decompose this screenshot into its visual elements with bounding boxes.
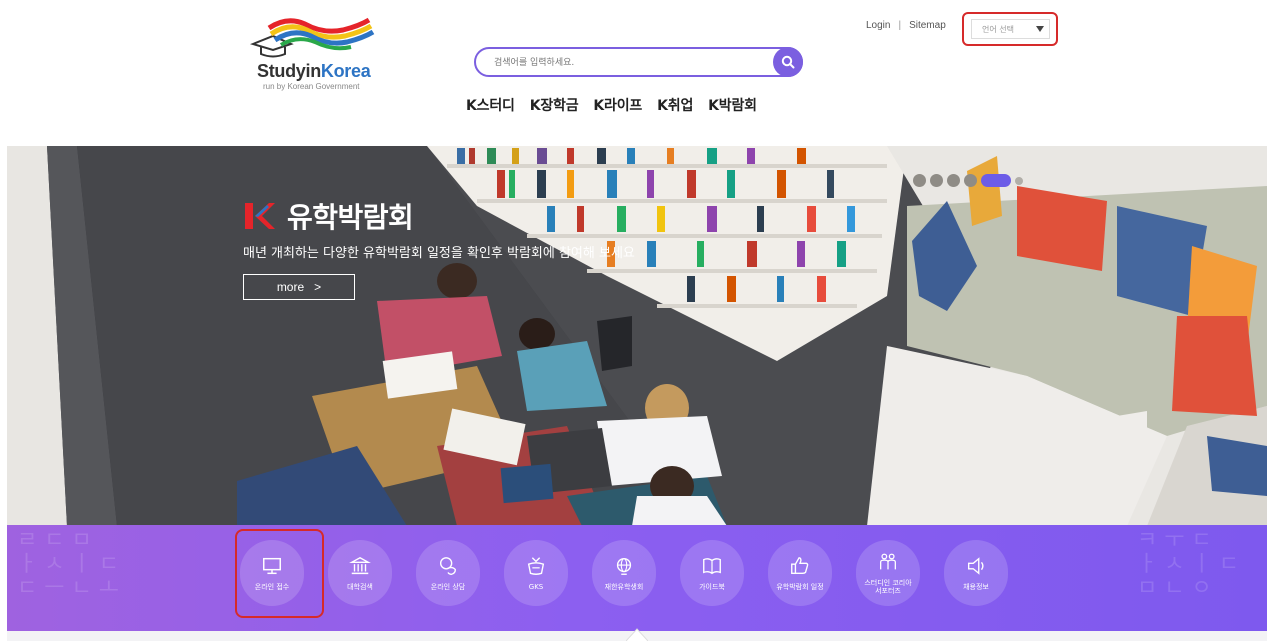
quick-online-counsel[interactable]: 온라인 상담 bbox=[416, 540, 480, 606]
chevron-right-icon: > bbox=[314, 280, 322, 294]
quick-label: 온라인 상담 bbox=[430, 582, 466, 591]
slide-dot-1[interactable] bbox=[913, 174, 926, 187]
thumbs-up-icon bbox=[791, 557, 809, 574]
logo-subtitle: run by Korean Government bbox=[263, 82, 360, 91]
slide-dot-3[interactable] bbox=[947, 174, 960, 187]
nav-k-life[interactable]: K라이프 bbox=[593, 95, 642, 115]
studyinkorea-logo[interactable]: StudyinKorea run by Korean Government bbox=[247, 14, 387, 94]
quick-fair-schedule[interactable]: 유학박람회 일정 bbox=[768, 540, 832, 606]
search-icon bbox=[781, 55, 795, 69]
more-button[interactable]: more > bbox=[243, 274, 355, 300]
nav-k-study[interactable]: K스터디 bbox=[466, 95, 515, 115]
quick-guidebook[interactable]: 가이드북 bbox=[680, 540, 744, 606]
search-button[interactable] bbox=[773, 47, 803, 77]
quick-label: 유학박람회 일정 bbox=[776, 582, 824, 591]
hero-title: 유학박람회 bbox=[243, 196, 414, 236]
slide-dot-6[interactable] bbox=[1015, 176, 1023, 185]
globe-icon bbox=[616, 557, 632, 575]
main-nav: K스터디 K장학금 K라이프 K취업 K박람회 bbox=[466, 95, 757, 115]
language-select-highlight: 언어 선택 bbox=[962, 12, 1058, 46]
k-logo-icon bbox=[245, 203, 275, 229]
hero-banner: 유학박람회 매년 개최하는 다양한 유학박람회 일정을 확인후 박람회에 참여해… bbox=[7, 146, 1267, 526]
nav-k-scholarship[interactable]: K장학금 bbox=[530, 95, 579, 115]
chat-bubbles-icon bbox=[439, 557, 457, 575]
quick-student-association[interactable]: 재한유학생회 bbox=[592, 540, 656, 606]
logo-word-korea: Korea bbox=[320, 61, 371, 81]
quick-label: 가이드북 bbox=[699, 582, 725, 591]
hero-title-text: 유학박람회 bbox=[287, 201, 414, 234]
notch-decoration bbox=[626, 628, 648, 641]
nav-k-fair[interactable]: K박람회 bbox=[708, 95, 757, 115]
quick-label: 온라인 접수 bbox=[254, 582, 290, 591]
slide-indicators bbox=[913, 174, 1023, 187]
hero-subtitle: 매년 개최하는 다양한 유학박람회 일정을 확인후 박람회에 참여해 보세요 bbox=[243, 246, 635, 261]
quick-online-application[interactable]: 온라인 접수 bbox=[240, 540, 304, 606]
utility-links: Login | Sitemap bbox=[866, 20, 946, 31]
caret-down-icon bbox=[1036, 26, 1044, 32]
quick-label: 스터디인 코리아 서포터즈 bbox=[864, 578, 912, 595]
login-link[interactable]: Login bbox=[866, 20, 890, 31]
logo-word-study: Studyin bbox=[257, 61, 321, 81]
sitemap-link[interactable]: Sitemap bbox=[909, 20, 946, 31]
search-input[interactable] bbox=[494, 53, 764, 73]
slide-dot-4[interactable] bbox=[964, 174, 977, 187]
language-select-value: 언어 선택 bbox=[982, 24, 1014, 34]
guidebook-icon bbox=[703, 558, 721, 575]
quick-supporters[interactable]: 스터디인 코리아 서포터즈 bbox=[856, 540, 920, 606]
quick-menu-items: 온라인 접수 대학검색 온라인 상담 GKS 재한유학생회 가이드북 유학박람회… bbox=[240, 540, 1008, 606]
quick-menu-bar: ㄹ ㄷ ㅁ ㅏ ㅅ ㅣ ㄷ ㄷ ㅡ ㄴ ㅗ ㅋ ㅜ ㄷ ㅏ ㅅ ㅣ ㄷ ㅁ ㄴ … bbox=[7, 525, 1267, 631]
language-select[interactable]: 언어 선택 bbox=[971, 19, 1050, 39]
quick-job-info[interactable]: 채용정보 bbox=[944, 540, 1008, 606]
link-separator: | bbox=[898, 20, 902, 31]
site-header: StudyinKorea run by Korean Government K스… bbox=[0, 0, 1274, 146]
quick-university-search[interactable]: 대학검색 bbox=[328, 540, 392, 606]
hero-background-image bbox=[7, 146, 1267, 526]
megaphone-icon bbox=[967, 557, 984, 575]
slide-dot-5-active[interactable] bbox=[981, 174, 1011, 187]
quick-gks[interactable]: GKS bbox=[504, 540, 568, 606]
scholarship-icon bbox=[527, 557, 545, 575]
supporters-icon bbox=[880, 553, 896, 570]
more-button-label: more bbox=[276, 280, 305, 294]
slide-dot-2[interactable] bbox=[930, 174, 943, 187]
hangul-decoration-right: ㅋ ㅜ ㄷ ㅏ ㅅ ㅣ ㄷ ㅁ ㄴ ㅇ bbox=[1137, 528, 1239, 602]
logo-wordmark: StudyinKorea bbox=[257, 61, 371, 82]
quick-label: 대학검색 bbox=[347, 582, 373, 591]
search-bar bbox=[474, 47, 803, 77]
nav-k-job[interactable]: K취업 bbox=[657, 95, 693, 115]
monitor-icon bbox=[263, 557, 281, 575]
logo-graphic bbox=[249, 17, 375, 58]
quick-label: 채용정보 bbox=[963, 582, 989, 591]
quick-label: GKS bbox=[528, 582, 544, 591]
quick-label: 재한유학생회 bbox=[604, 582, 644, 591]
university-icon bbox=[349, 556, 371, 575]
hangul-decoration-left: ㄹ ㄷ ㅁ ㅏ ㅅ ㅣ ㄷ ㄷ ㅡ ㄴ ㅗ bbox=[17, 528, 119, 602]
